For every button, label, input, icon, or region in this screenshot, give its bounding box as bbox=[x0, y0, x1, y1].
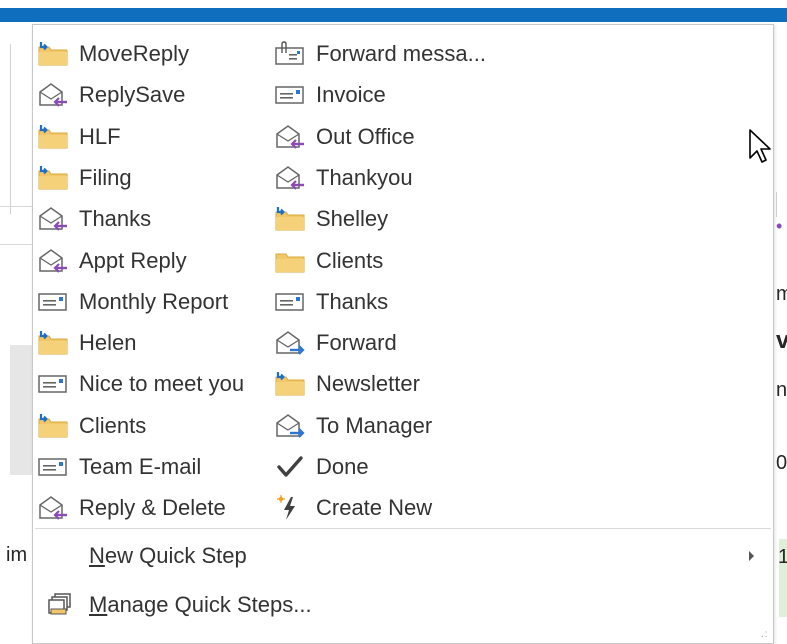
background-text-fragment: vi bbox=[776, 327, 787, 354]
quick-step-item[interactable]: Thanks bbox=[37, 199, 151, 239]
quick-step-item[interactable]: Team E-mail bbox=[37, 447, 201, 487]
background-text-fragment: • bbox=[776, 216, 783, 236]
folder-move-icon bbox=[37, 40, 73, 68]
reply-envelope-icon bbox=[37, 494, 73, 522]
quick-step-item[interactable]: Appt Reply bbox=[37, 241, 187, 281]
background-selection bbox=[10, 345, 34, 475]
quick-step-item[interactable]: Shelley bbox=[274, 199, 388, 239]
reply-envelope-icon bbox=[37, 247, 73, 275]
reply-envelope-icon bbox=[274, 164, 310, 192]
quick-step-label: Filing bbox=[79, 164, 132, 190]
new-quick-step-menu-item[interactable]: New Quick Step bbox=[89, 538, 247, 574]
folder-move-icon bbox=[37, 164, 73, 192]
mouse-pointer-icon bbox=[749, 129, 771, 163]
folder-move-icon bbox=[274, 370, 310, 398]
forward-envelope-icon bbox=[274, 329, 310, 357]
menu-separator bbox=[35, 528, 771, 529]
checkmark-icon bbox=[274, 453, 310, 481]
quick-step-label: Thanks bbox=[79, 206, 152, 232]
quick-step-label: Newsletter bbox=[316, 371, 420, 397]
folder-icon bbox=[274, 247, 310, 275]
manage-quick-steps-menu-item[interactable]: Manage Quick Steps... bbox=[41, 585, 312, 625]
background-text-fragment: m bbox=[776, 283, 787, 305]
window-title-bar bbox=[0, 8, 787, 22]
quick-step-item[interactable]: Forward bbox=[274, 323, 397, 363]
quick-step-label: Nice to meet you bbox=[79, 371, 245, 397]
background-text-fragment: im bbox=[6, 544, 28, 566]
quick-step-item[interactable]: Done bbox=[274, 447, 369, 487]
quick-step-item[interactable]: Reply & Delete bbox=[37, 488, 226, 528]
new-email-icon bbox=[274, 288, 310, 316]
quick-step-label: To Manager bbox=[316, 412, 433, 438]
quick-step-item[interactable]: Filing bbox=[37, 158, 132, 198]
folder-move-icon bbox=[37, 329, 73, 357]
pane-divider bbox=[0, 244, 34, 245]
reply-envelope-icon bbox=[37, 81, 73, 109]
new-email-icon bbox=[37, 370, 73, 398]
quick-step-label: Out Office bbox=[316, 123, 415, 149]
quick-steps-dropdown: MoveReply ReplySave HLF Filing Thanks Appt Re… bbox=[32, 24, 774, 644]
quick-step-label: Forward messa... bbox=[316, 41, 486, 66]
quick-step-label: Forward bbox=[316, 330, 397, 356]
resize-grip-icon[interactable]: .: bbox=[761, 629, 769, 640]
pane-divider bbox=[0, 206, 34, 207]
quick-step-label: Invoice bbox=[316, 82, 386, 108]
quick-step-item[interactable]: HLF bbox=[37, 117, 121, 157]
pane-divider bbox=[776, 192, 777, 217]
submenu-arrow-icon bbox=[749, 551, 754, 561]
quick-step-item[interactable]: Out Office bbox=[274, 117, 415, 157]
new-email-icon bbox=[274, 81, 310, 109]
quick-step-label: Shelley bbox=[316, 206, 389, 232]
quick-step-label: Clients bbox=[316, 247, 384, 273]
quick-step-label: Team E-mail bbox=[79, 454, 202, 479]
quick-step-item[interactable]: Clients bbox=[274, 241, 383, 281]
quick-step-item[interactable]: Monthly Report bbox=[37, 282, 228, 322]
quick-step-item[interactable]: Helen bbox=[37, 323, 136, 363]
quick-step-label: Appt Reply bbox=[79, 247, 187, 273]
quick-step-label: Thankyou bbox=[316, 164, 413, 190]
quick-step-label: MoveReply bbox=[79, 41, 190, 66]
quick-step-item[interactable]: Forward messa... bbox=[274, 34, 486, 74]
quick-step-label: Reply & Delete bbox=[79, 495, 226, 521]
quick-step-label: Clients bbox=[79, 412, 147, 438]
quick-step-item[interactable]: Create New bbox=[274, 488, 432, 528]
reply-envelope-icon bbox=[37, 205, 73, 233]
quick-step-label: Create New bbox=[316, 495, 433, 521]
quick-step-label: ReplySave bbox=[79, 82, 186, 108]
background-text-fragment: 01 bbox=[776, 452, 787, 474]
folder-move-icon bbox=[37, 123, 73, 151]
quick-step-label: Monthly Report bbox=[79, 288, 229, 314]
new-email-icon bbox=[37, 453, 73, 481]
pane-divider bbox=[10, 44, 11, 214]
reply-envelope-icon bbox=[274, 123, 310, 151]
new-quick-step-label: New Quick Step bbox=[89, 543, 247, 568]
forward-envelope-icon bbox=[274, 412, 310, 440]
quick-step-item[interactable]: To Manager bbox=[274, 406, 432, 446]
quick-step-item[interactable]: Thanks bbox=[274, 282, 388, 322]
quick-step-item[interactable]: Nice to meet you bbox=[37, 364, 244, 404]
quick-step-item[interactable]: Newsletter bbox=[274, 364, 420, 404]
folder-move-icon bbox=[37, 412, 73, 440]
background-text-fragment: 1 bbox=[778, 546, 787, 568]
quick-step-item[interactable]: Thankyou bbox=[274, 158, 413, 198]
window-top-strip bbox=[0, 0, 787, 8]
quick-step-label: Helen bbox=[79, 330, 137, 356]
quick-step-label: Thanks bbox=[316, 288, 389, 314]
quick-step-item[interactable]: Invoice bbox=[274, 75, 386, 115]
quick-step-item[interactable]: MoveReply bbox=[37, 34, 189, 74]
quick-step-item[interactable]: ReplySave bbox=[37, 75, 185, 115]
background-text-fragment: n bbox=[776, 379, 787, 401]
quick-step-label: HLF bbox=[79, 123, 121, 149]
manage-quick-steps-label: Manage Quick Steps... bbox=[89, 592, 312, 617]
quick-step-label: Done bbox=[316, 454, 369, 479]
folder-move-icon bbox=[274, 205, 310, 233]
quick-step-item[interactable]: Clients bbox=[37, 406, 146, 446]
lightning-icon bbox=[274, 494, 310, 522]
manage-quick-steps-icon bbox=[41, 593, 81, 617]
forward-attachment-icon bbox=[274, 40, 310, 68]
new-email-icon bbox=[37, 288, 73, 316]
